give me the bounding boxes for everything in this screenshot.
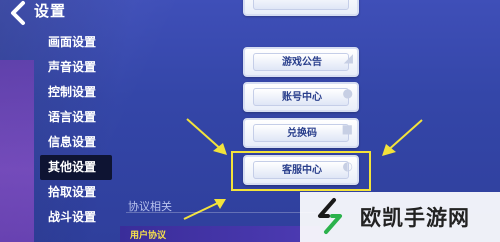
sidebar-item-controls[interactable]: 控制设置 [40,80,130,105]
button-label: 兑换码 [287,128,317,139]
arrow-annotation-left [186,118,227,155]
sidebar-item-sound[interactable]: 声音设置 [40,55,130,80]
watermark-logo-icon [318,198,342,234]
button-face [253,0,349,10]
gift-icon: ■ [341,122,353,136]
settings-sidebar: 画面设置 声音设置 控制设置 语言设置 信息设置 其他设置 拾取设置 战斗设置 [40,30,130,230]
section-divider [126,212,316,213]
sidebar-item-combat[interactable]: 战斗设置 [40,205,130,230]
button-label [254,0,350,11]
highlight-box [231,151,371,191]
redeem-code-button[interactable]: 兑换码 ■ [243,118,359,148]
arrow-annotation-right [382,119,423,156]
page-title: 设置 [34,2,67,20]
watermark: 欧凯手游网 [300,192,500,242]
partial-top-button[interactable] [243,0,359,16]
button-face: 游戏公告 [253,53,349,71]
button-label: 账号中心 [282,92,322,103]
user-agreement-row[interactable]: 用户协议 [120,226,320,242]
sidebar-item-pickup[interactable]: 拾取设置 [40,180,130,205]
arrow-annotation-bottom [183,199,226,220]
game-announcement-button[interactable]: 游戏公告 ◢ [243,47,359,77]
sidebar-item-other[interactable]: 其他设置 [40,155,112,180]
side-stripe-decoration [0,60,34,242]
sidebar-item-language[interactable]: 语言设置 [40,105,130,130]
button-face: 兑换码 [253,124,349,142]
user-agreement-label: 用户协议 [130,231,167,241]
button-face: 账号中心 [253,88,349,106]
sidebar-item-info[interactable]: 信息设置 [40,130,130,155]
sidebar-item-display[interactable]: 画面设置 [40,30,130,55]
chevron-left-icon[interactable] [6,0,30,26]
account-center-button[interactable]: 账号中心 ● [243,82,359,112]
user-icon: ● [342,86,353,100]
watermark-text: 欧凯手游网 [360,206,470,230]
megaphone-icon: ◢ [343,51,353,65]
button-label: 游戏公告 [282,57,322,68]
